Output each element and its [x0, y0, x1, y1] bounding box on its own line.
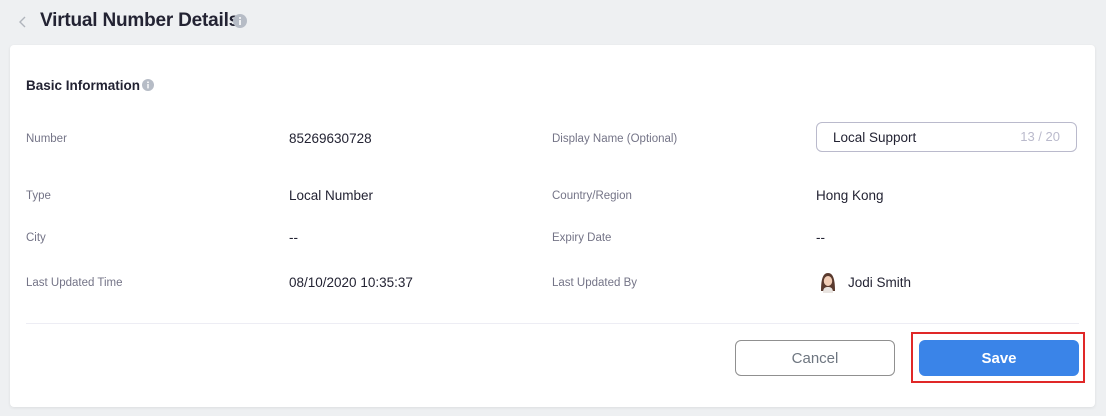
save-button[interactable]: Save	[919, 340, 1079, 376]
type-value: Local Number	[289, 188, 374, 203]
chevron-left-icon[interactable]	[16, 14, 30, 30]
city-label: City	[26, 232, 46, 244]
cancel-button[interactable]: Cancel	[735, 340, 895, 376]
page-header: Virtual Number Details	[0, 0, 1106, 44]
expiry-value: --	[816, 230, 825, 245]
type-label: Type	[26, 190, 51, 202]
updated-time-value: 08/10/2020 10:35:37	[289, 275, 413, 290]
display-name-input[interactable]	[817, 123, 1033, 151]
updated-time-label: Last Updated Time	[26, 277, 123, 289]
city-value: --	[289, 230, 298, 245]
number-value: 85269630728	[289, 131, 372, 146]
updated-by-value: Jodi Smith	[848, 275, 912, 290]
user-avatar	[821, 273, 835, 293]
section-title: Basic Information	[26, 78, 141, 93]
display-name-label: Display Name (Optional)	[552, 133, 678, 145]
country-value: Hong Kong	[816, 188, 884, 203]
page-title: Virtual Number Details	[40, 10, 240, 31]
country-label: Country/Region	[552, 190, 632, 202]
number-label: Number	[26, 133, 67, 145]
info-icon[interactable]	[142, 79, 154, 91]
display-name-field[interactable]: 13 / 20	[816, 122, 1077, 152]
updated-by-label: Last Updated By	[552, 277, 638, 289]
details-card: Basic Information Number 85269630728 Dis…	[10, 45, 1095, 407]
divider	[26, 323, 1079, 324]
character-counter: 13 / 20	[1020, 129, 1060, 144]
info-icon[interactable]	[233, 14, 247, 28]
expiry-label: Expiry Date	[552, 232, 612, 244]
